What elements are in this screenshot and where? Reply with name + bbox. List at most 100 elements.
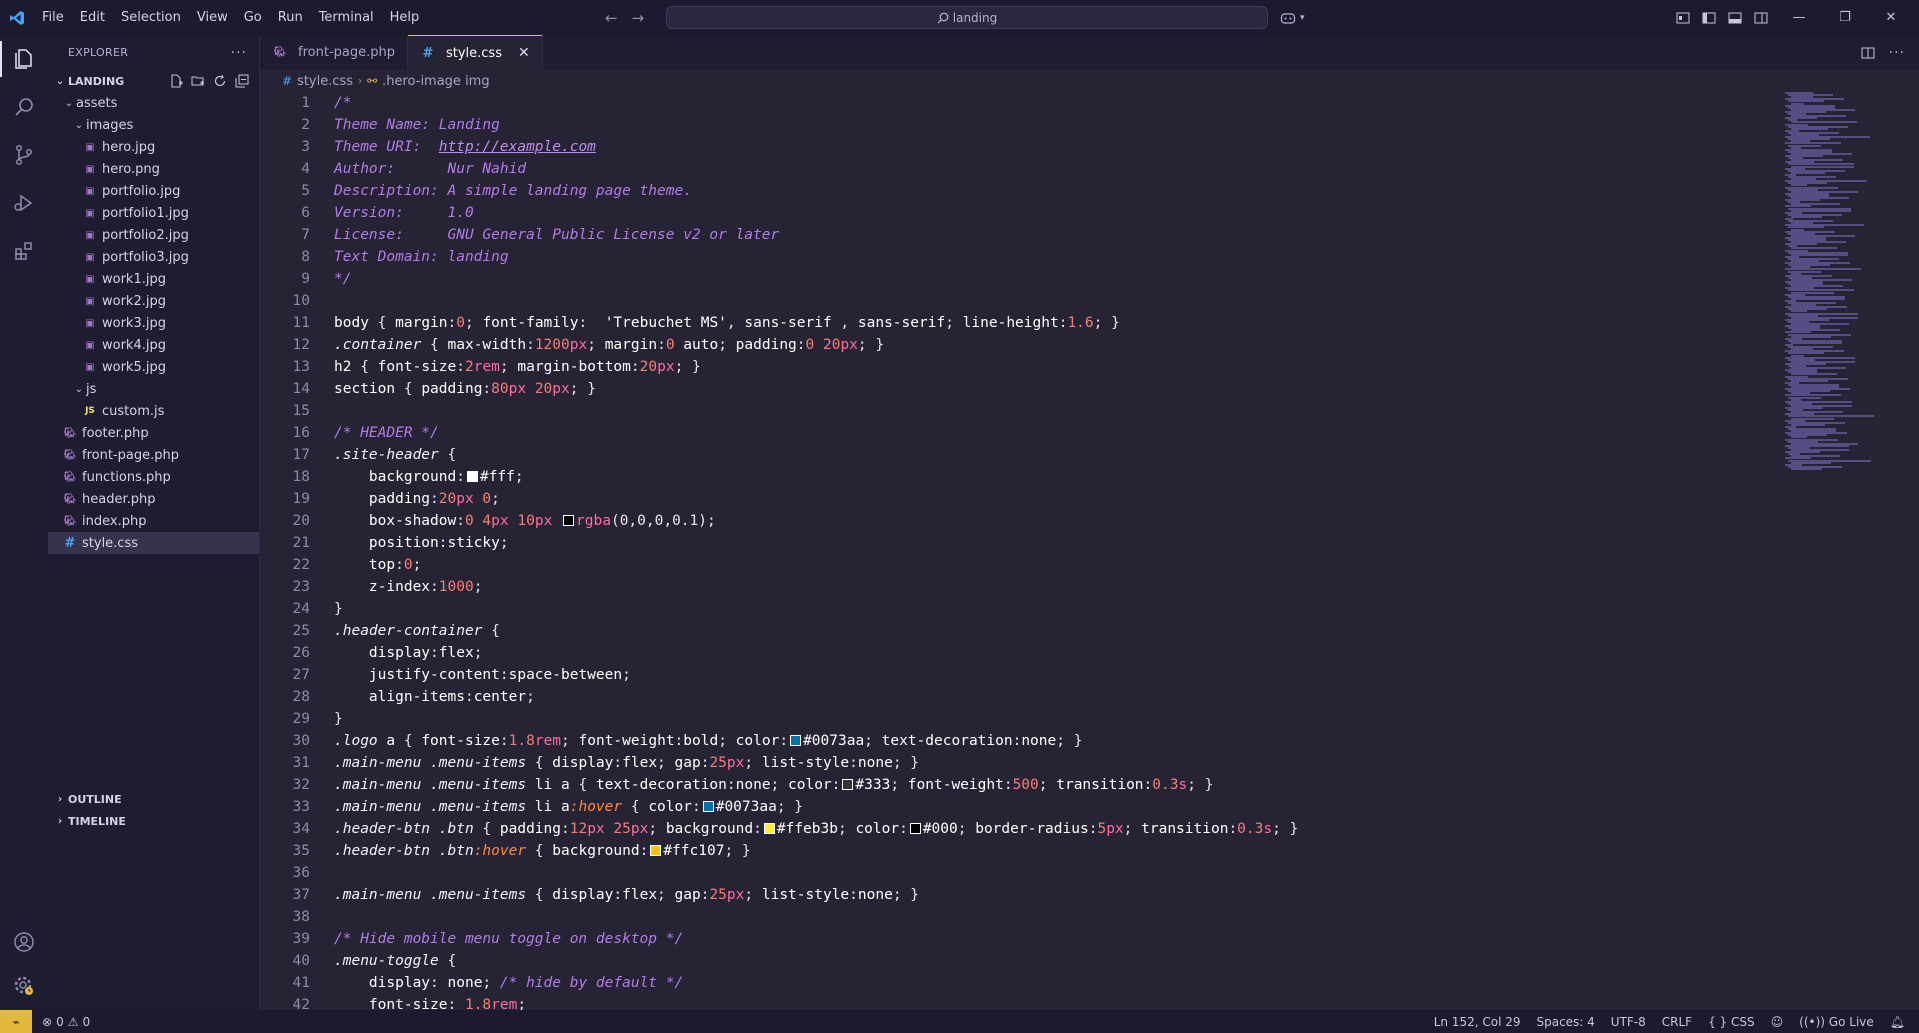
breadcrumb-symbol[interactable]: .hero-image img (382, 74, 489, 89)
cursor-position[interactable]: Ln 152, Col 29 (1434, 1015, 1521, 1029)
tree-folder[interactable]: ⌄ images (48, 114, 259, 136)
notifications-bell-icon[interactable]: 🔔︎ (1890, 1015, 1905, 1029)
tree-file[interactable]: 🐘︎ front-page.php (48, 444, 259, 466)
search-sidebar-icon[interactable] (0, 83, 48, 131)
language-mode[interactable]: { } CSS (1708, 1015, 1755, 1029)
toggle-secondary-sidebar-icon[interactable] (1754, 11, 1768, 25)
color-swatch[interactable] (702, 801, 714, 812)
timeline-section[interactable]: › TIMELINE (48, 810, 260, 832)
color-swatch[interactable] (790, 735, 802, 746)
color-swatch[interactable] (763, 823, 775, 834)
problems-status[interactable]: ⊗ 0 ⚠ 0 (32, 1015, 90, 1029)
code-token: body (334, 315, 369, 331)
code-line: 11 body { margin:0; font-family: 'Trebuch… (260, 312, 1919, 334)
code-token: ; } (569, 381, 596, 397)
code-token: { (395, 733, 422, 749)
indentation[interactable]: Spaces: 4 (1536, 1015, 1594, 1029)
tree-file[interactable]: ▣ work2.jpg (48, 290, 259, 312)
source-control-icon[interactable] (0, 131, 48, 179)
tree-file[interactable]: # style.css (48, 532, 259, 554)
run-debug-icon[interactable] (0, 179, 48, 227)
error-count: 0 (56, 1014, 64, 1029)
tree-file[interactable]: 🐘︎ footer.php (48, 422, 259, 444)
new-file-icon[interactable] (169, 74, 183, 88)
minimap[interactable] (1785, 92, 1905, 1010)
outline-section[interactable]: › OUTLINE (48, 788, 260, 810)
tree-file[interactable]: ▣ work1.jpg (48, 268, 259, 290)
css-file-icon: # (422, 45, 434, 61)
menu-selection[interactable]: Selection (113, 0, 189, 35)
menu-go[interactable]: Go (236, 0, 270, 35)
code-token: ; (587, 337, 605, 353)
menu-help[interactable]: Help (382, 0, 428, 35)
tree-file[interactable]: ▣ portfolio1.jpg (48, 202, 259, 224)
color-swatch[interactable] (909, 823, 921, 834)
remote-indicator-icon[interactable]: ⌁ (0, 1010, 32, 1033)
tree-item-label: portfolio1.jpg (102, 205, 189, 221)
customize-layout-icon[interactable] (1676, 11, 1690, 25)
color-swatch[interactable] (842, 779, 854, 790)
color-swatch[interactable] (563, 515, 575, 526)
code-token: ; (464, 315, 483, 331)
copilot-status-icon[interactable]: ☺ (1771, 1015, 1784, 1029)
tree-file[interactable]: 🐘︎ functions.php (48, 466, 259, 488)
tree-file[interactable]: ▣ work3.jpg (48, 312, 259, 334)
breadcrumb-file[interactable]: style.css (297, 74, 353, 89)
new-folder-icon[interactable] (191, 74, 205, 88)
tree-item-label: work5.jpg (102, 359, 166, 375)
tab-style-css[interactable]: # style.css ✕ (407, 35, 543, 70)
workspace-root[interactable]: ⌄ LANDING (48, 70, 259, 92)
search-box[interactable]: landing (666, 6, 1268, 29)
line-ending[interactable]: CRLF (1662, 1015, 1692, 1029)
refresh-icon[interactable] (213, 74, 227, 88)
menu-view[interactable]: View (189, 0, 236, 35)
go-live-button[interactable]: ((•)) Go Live (1799, 1015, 1874, 1029)
menu-edit[interactable]: Edit (72, 0, 113, 35)
code-token: : (1228, 821, 1238, 837)
close-icon[interactable]: ✕ (518, 45, 530, 61)
tree-file[interactable]: JS custom.js (48, 400, 259, 422)
tab-front-page-php[interactable]: 🐘︎ front-page.php (260, 35, 408, 70)
tree-file[interactable]: ▣ portfolio2.jpg (48, 224, 259, 246)
toggle-panel-icon[interactable] (1728, 11, 1742, 25)
tree-file[interactable]: ▣ work5.jpg (48, 356, 259, 378)
tree-file[interactable]: ▣ hero.png (48, 158, 259, 180)
code-token: : (849, 887, 858, 903)
code-token: /* HEADER */ (334, 425, 439, 441)
tree-file[interactable]: 🐘︎ header.php (48, 488, 259, 510)
menu-run[interactable]: Run (270, 0, 311, 35)
restore-icon[interactable]: ❐ (1822, 10, 1868, 25)
manage-gear-icon[interactable] (0, 962, 48, 1010)
menu-file[interactable]: File (34, 0, 72, 35)
tree-file[interactable]: ▣ hero.jpg (48, 136, 259, 158)
tree-file[interactable]: ▣ portfolio3.jpg (48, 246, 259, 268)
tree-file[interactable]: 🐘︎ index.php (48, 510, 259, 532)
tree-folder[interactable]: ⌄ js (48, 378, 259, 400)
code-token: ; } (1272, 821, 1299, 837)
code-token: list-style (761, 887, 850, 903)
back-arrow-icon[interactable]: ← (605, 9, 618, 27)
minimize-icon[interactable]: — (1776, 10, 1822, 25)
explorer-icon[interactable] (0, 35, 48, 83)
color-swatch[interactable] (466, 471, 478, 482)
toggle-primary-sidebar-icon[interactable] (1702, 11, 1716, 25)
tree-file[interactable]: ▣ work4.jpg (48, 334, 259, 356)
code-token: 20 (639, 359, 658, 375)
split-editor-icon[interactable] (1861, 46, 1875, 60)
copilot-button[interactable]: ▾ (1280, 0, 1305, 35)
line-number: 33 (292, 799, 310, 815)
forward-arrow-icon[interactable]: → (632, 9, 645, 27)
code-editor[interactable]: 1 /* 2 Theme Name: Landing 3 Theme URI: http:… (260, 92, 1919, 1010)
tree-folder[interactable]: ⌄ assets (48, 92, 259, 114)
close-window-icon[interactable]: ✕ (1868, 10, 1914, 25)
accounts-icon[interactable] (0, 918, 48, 966)
menu-terminal[interactable]: Terminal (311, 0, 382, 35)
tree-file[interactable]: ▣ portfolio.jpg (48, 180, 259, 202)
encoding[interactable]: UTF-8 (1611, 1015, 1646, 1029)
more-actions-icon[interactable]: ··· (1889, 45, 1905, 61)
more-actions-icon[interactable]: ··· (231, 45, 247, 61)
color-swatch[interactable] (650, 845, 662, 856)
extensions-icon[interactable] (0, 227, 48, 275)
image-file-icon: ▣ (85, 295, 95, 307)
collapse-all-icon[interactable] (235, 74, 249, 88)
